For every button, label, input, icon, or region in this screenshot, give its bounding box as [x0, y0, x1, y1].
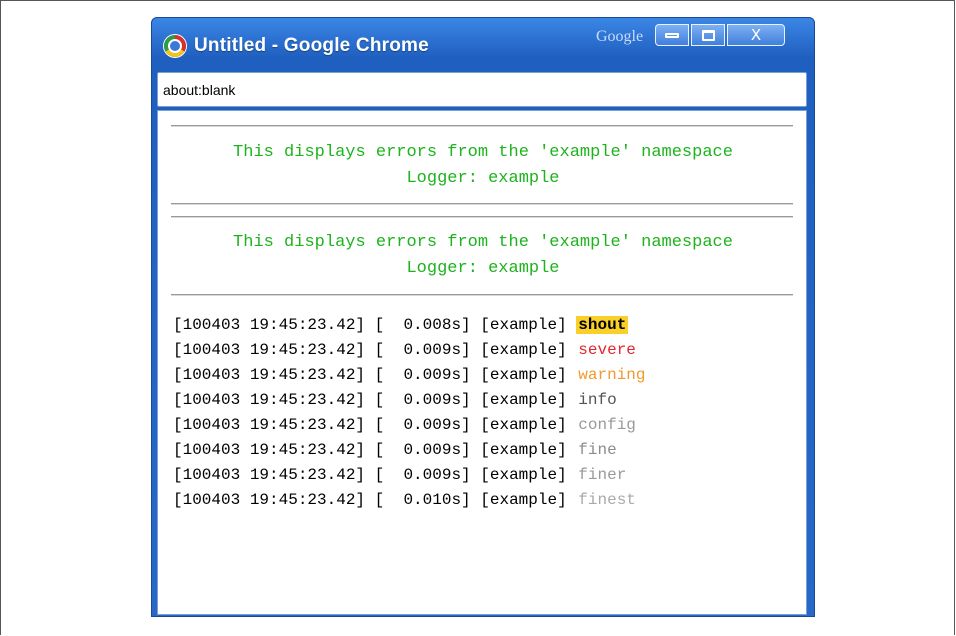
log-elapsed: [ 0.009s] — [374, 391, 471, 409]
log-elapsed: [ 0.009s] — [374, 416, 471, 434]
log-time: [100403 19:45:23.42] — [173, 366, 366, 384]
log-time: [100403 19:45:23.42] — [173, 416, 366, 434]
log-row: [100403 19:45:23.42] [ 0.009s] [example]… — [173, 413, 648, 438]
close-button[interactable]: X — [727, 24, 785, 46]
log-elapsed: [ 0.009s] — [374, 466, 471, 484]
log-elapsed: [ 0.008s] — [374, 316, 471, 334]
minimize-button[interactable] — [655, 24, 689, 46]
minimize-icon — [665, 32, 679, 38]
log-logger: [example] — [480, 366, 567, 384]
log-logger: [example] — [480, 416, 567, 434]
window-title: Untitled - Google Chrome — [194, 35, 429, 56]
browser-window: Untitled - Google Chrome Google X about:… — [151, 17, 815, 617]
log-elapsed: [ 0.009s] — [374, 341, 471, 359]
log-level: finest — [578, 491, 636, 509]
log-logger: [example] — [480, 491, 567, 509]
log-row: [100403 19:45:23.42] [ 0.009s] [example]… — [173, 388, 648, 413]
maximize-icon — [701, 29, 715, 41]
banner-message: This displays errors from the 'example' … — [233, 143, 733, 162]
log-elapsed: [ 0.009s] — [374, 366, 471, 384]
log-time: [100403 19:45:23.42] — [173, 341, 366, 359]
log-logger: [example] — [480, 466, 567, 484]
log-time: [100403 19:45:23.42] — [173, 391, 366, 409]
divider — [171, 203, 793, 205]
log-row: [100403 19:45:23.42] [ 0.009s] [example]… — [173, 438, 648, 463]
log-level: warning — [578, 366, 646, 384]
log-time: [100403 19:45:23.42] — [173, 441, 366, 459]
log-row: [100403 19:45:23.42] [ 0.009s] [example]… — [173, 363, 648, 388]
log-row: [100403 19:45:23.42] [ 0.009s] [example]… — [173, 463, 648, 488]
banner-logger-label: Logger: example — [406, 259, 560, 278]
log-level: info — [578, 391, 617, 409]
log-level: finer — [578, 466, 627, 484]
log-logger: [example] — [480, 341, 567, 359]
log-level: config — [578, 416, 636, 434]
log-row: [100403 19:45:23.42] [ 0.010s] [example]… — [173, 488, 648, 513]
log-row: [100403 19:45:23.42] [ 0.008s] [example]… — [173, 313, 648, 338]
divider — [171, 125, 793, 127]
log-output: [100403 19:45:23.42] [ 0.008s] [example]… — [173, 313, 648, 513]
maximize-button[interactable] — [691, 24, 725, 46]
log-logger: [example] — [480, 391, 567, 409]
divider — [171, 216, 793, 218]
title-bar[interactable]: Untitled - Google Chrome Google X — [152, 18, 814, 70]
log-level: shout — [576, 316, 629, 334]
chrome-logo-icon — [164, 35, 186, 57]
page-content: This displays errors from the 'example' … — [157, 110, 807, 615]
log-logger: [example] — [480, 441, 567, 459]
log-time: [100403 19:45:23.42] — [173, 316, 366, 334]
address-input[interactable]: about:blank — [163, 82, 235, 98]
banner-logger-label: Logger: example — [406, 169, 560, 188]
log-time: [100403 19:45:23.42] — [173, 491, 366, 509]
divider — [171, 294, 793, 296]
window-controls: X — [655, 24, 785, 48]
log-level: severe — [578, 341, 636, 359]
log-level: fine — [578, 441, 617, 459]
log-elapsed: [ 0.009s] — [374, 441, 471, 459]
log-elapsed: [ 0.010s] — [374, 491, 471, 509]
banner-message: This displays errors from the 'example' … — [233, 233, 733, 252]
log-time: [100403 19:45:23.42] — [173, 466, 366, 484]
close-icon: X — [750, 26, 762, 44]
address-bar[interactable]: about:blank — [157, 72, 807, 107]
log-logger: [example] — [480, 316, 567, 334]
log-row: [100403 19:45:23.42] [ 0.009s] [example]… — [173, 338, 648, 363]
google-brand-text: Google — [596, 28, 644, 45]
